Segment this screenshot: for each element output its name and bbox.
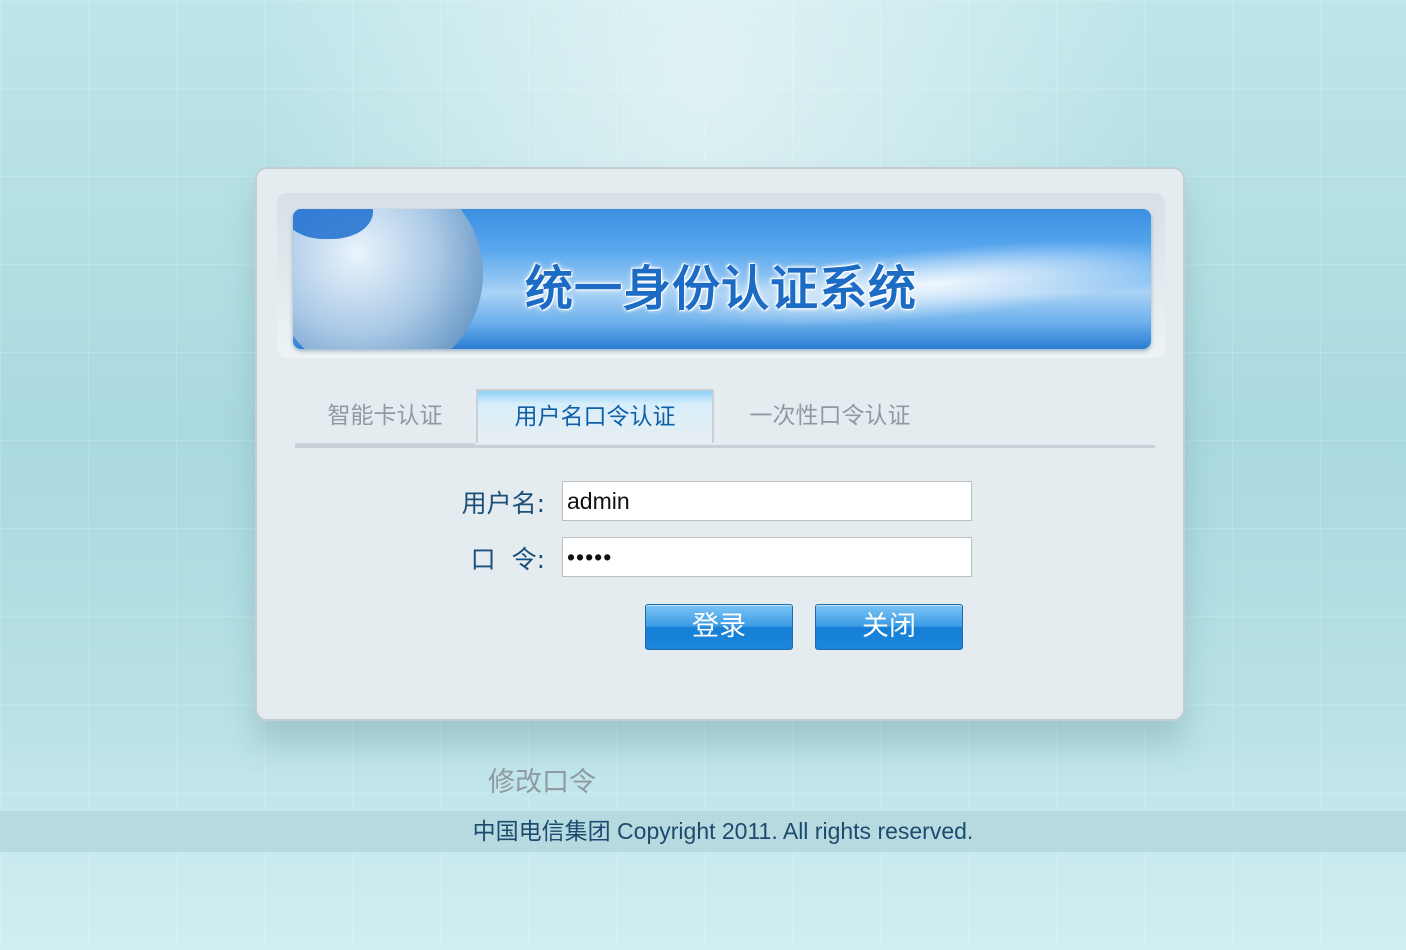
username-label: 用户名: [461, 489, 545, 518]
tab-smart-card[interactable]: 智能卡认证 [295, 389, 475, 446]
footer-copyright: 中国电信集团 Copyright 2011. All rights reserv… [472, 818, 974, 844]
tab-one-time-password[interactable]: 一次性口令认证 [715, 389, 945, 443]
banner-title: 统一身份认证系统 [525, 261, 918, 317]
tab-username-password[interactable]: 用户名口令认证 [476, 389, 714, 443]
globe-land [293, 209, 373, 239]
globe-icon [293, 209, 483, 349]
footer: 中国电信集团 Copyright 2011. All rights reserv… [0, 811, 1406, 852]
login-button[interactable]: 登录 [645, 604, 793, 650]
banner: 统一身份认证系统 [293, 209, 1151, 349]
change-password-link[interactable]: 修改口令 [488, 760, 596, 799]
auth-tabs: 智能卡认证 用户名口令认证 一次性口令认证 [295, 389, 1155, 448]
username-input[interactable]: admin [562, 481, 972, 521]
password-input[interactable]: ••••• [562, 537, 972, 577]
close-button[interactable]: 关闭 [815, 604, 963, 650]
login-panel: 统一身份认证系统 智能卡认证 用户名口令认证 一次性口令认证 用户名: admi… [255, 167, 1185, 721]
password-label: 口 令: [470, 545, 545, 574]
